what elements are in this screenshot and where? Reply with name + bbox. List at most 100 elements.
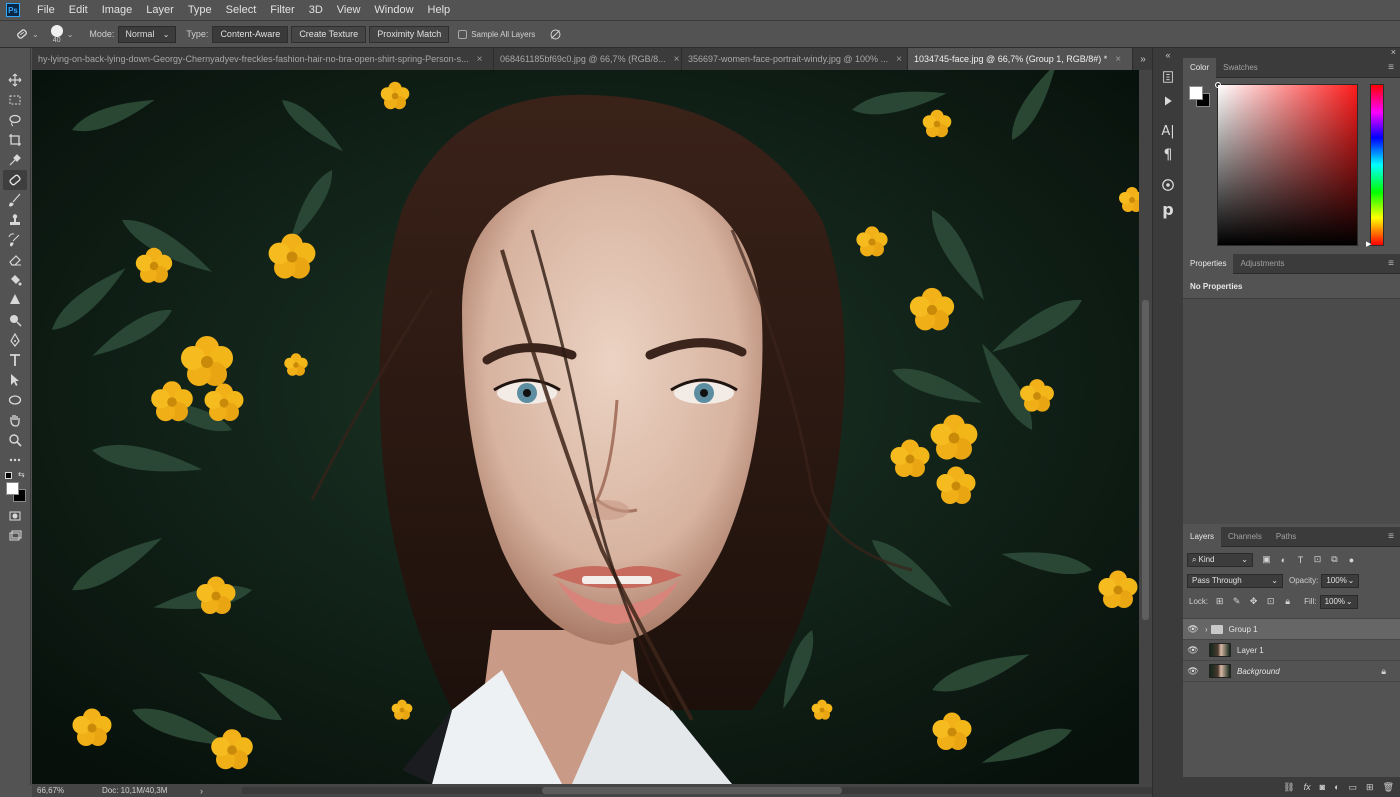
link-layers-icon[interactable]: ⛓︎	[1283, 782, 1294, 793]
close-icon[interactable]: ×	[477, 54, 483, 65]
zoom-level[interactable]: 66,67%	[37, 786, 97, 795]
history-panel-icon[interactable]	[1157, 66, 1179, 88]
vertical-scrollbar[interactable]	[1139, 70, 1152, 784]
new-group-icon[interactable]: ▭	[1349, 782, 1358, 793]
panel-menu-icon[interactable]: ≡	[1388, 258, 1394, 269]
layer-row-group-1[interactable]: 👁︎ › Group 1	[1183, 619, 1400, 640]
status-menu-chevron-icon[interactable]: ›	[200, 786, 203, 796]
pen-tool-icon[interactable]	[3, 330, 27, 350]
menu-type[interactable]: Type	[181, 0, 219, 21]
layer-name[interactable]: Layer 1	[1237, 646, 1264, 655]
close-icon[interactable]: ×	[1115, 54, 1121, 65]
dodge-tool-icon[interactable]	[3, 310, 27, 330]
blur-tool-icon[interactable]	[3, 290, 27, 310]
tab-color[interactable]: Color	[1183, 57, 1217, 78]
menu-edit[interactable]: Edit	[62, 0, 95, 21]
horizontal-scrollbar[interactable]	[242, 787, 1152, 794]
panel-color-swatches[interactable]	[1189, 86, 1215, 112]
layer-row-background[interactable]: 👁︎ Background 🔒︎	[1183, 661, 1400, 682]
add-mask-icon[interactable]: ◙	[1320, 782, 1325, 792]
tab-swatches[interactable]: Swatches	[1216, 58, 1265, 78]
more-tools-icon[interactable]	[3, 450, 27, 470]
screen-mode-icon[interactable]	[3, 526, 27, 546]
move-tool-icon[interactable]	[3, 70, 27, 90]
expand-group-chevron-icon[interactable]: ›	[1205, 625, 1208, 634]
tab-channels[interactable]: Channels	[1221, 527, 1269, 547]
brush-size-picker[interactable]: 40	[50, 24, 63, 44]
collapse-dock-icon[interactable]: ×	[1391, 47, 1396, 57]
doc-tab-2[interactable]: 068461185bf69c0.jpg @ 66,7% (RGB/8... ×	[494, 48, 682, 70]
collapse-panels-icon[interactable]: «	[1165, 50, 1170, 60]
menu-image[interactable]: Image	[95, 0, 140, 21]
menu-window[interactable]: Window	[367, 0, 420, 21]
paragraph-panel-icon[interactable]: ¶	[1157, 144, 1179, 166]
visibility-eye-icon[interactable]: 👁︎	[1183, 645, 1203, 656]
layer-kind-select[interactable]: ⌕ Kind ⌄	[1187, 552, 1253, 567]
vertical-scroll-thumb[interactable]	[1142, 300, 1149, 620]
close-icon[interactable]: ×	[896, 54, 902, 65]
menu-file[interactable]: File	[30, 0, 62, 21]
color-picker-marker[interactable]	[1215, 82, 1221, 88]
smart-object-filter-icon[interactable]: ⧉	[1329, 554, 1340, 565]
type-tool-icon[interactable]	[3, 350, 27, 370]
doc-tab-3[interactable]: 356697-women-face-portrait-windy.jpg @ 1…	[682, 48, 908, 70]
healing-brush-tool-icon[interactable]	[3, 170, 27, 190]
color-swatches[interactable]: ⇆	[3, 470, 27, 502]
horizontal-scroll-thumb[interactable]	[542, 787, 842, 794]
new-adjustment-layer-icon[interactable]: ◐	[1334, 782, 1339, 792]
visibility-eye-icon[interactable]: 👁︎	[1183, 624, 1203, 635]
menu-view[interactable]: View	[330, 0, 368, 21]
tab-layers[interactable]: Layers	[1183, 526, 1222, 547]
menu-3d[interactable]: 3D	[302, 0, 330, 21]
paint-bucket-tool-icon[interactable]	[3, 270, 27, 290]
fill-input[interactable]: 100% ⌄	[1319, 594, 1358, 609]
menu-help[interactable]: Help	[421, 0, 458, 21]
lock-transparent-pixels-icon[interactable]: ⊞	[1214, 596, 1225, 607]
close-icon[interactable]: ×	[674, 54, 680, 65]
lock-icon[interactable]: 🔒︎	[1381, 666, 1386, 677]
healing-brush-tool-preset-icon[interactable]	[14, 26, 30, 42]
menu-filter[interactable]: Filter	[263, 0, 301, 21]
visibility-eye-icon[interactable]: 👁︎	[1183, 666, 1203, 677]
swap-colors-icon[interactable]: ⇆	[18, 470, 25, 479]
delete-layer-icon[interactable]: 🗑︎	[1383, 782, 1394, 793]
hue-slider-marker-icon[interactable]: ▶	[1366, 240, 1371, 248]
brush-settings-icon[interactable]	[1157, 174, 1179, 196]
lock-all-icon[interactable]: 🔒︎	[1282, 596, 1293, 607]
tab-paths[interactable]: Paths	[1269, 527, 1303, 547]
hand-tool-icon[interactable]	[3, 410, 27, 430]
clone-stamp-tool-icon[interactable]	[3, 210, 27, 230]
plugin-panel-icon[interactable]: p	[1157, 198, 1179, 220]
lasso-tool-icon[interactable]	[3, 110, 27, 130]
pixel-filter-icon[interactable]: ▣	[1261, 554, 1272, 565]
layer-style-fx-icon[interactable]: fx	[1304, 782, 1311, 792]
panel-menu-icon[interactable]: ≡	[1388, 531, 1394, 542]
tab-properties[interactable]: Properties	[1183, 253, 1234, 274]
ellipse-tool-icon[interactable]	[3, 390, 27, 410]
lock-position-icon[interactable]: ✥	[1248, 596, 1259, 607]
opacity-input[interactable]: 100% ⌄	[1321, 573, 1360, 588]
content-aware-button[interactable]: Content-Aware	[212, 25, 289, 43]
panel-menu-icon[interactable]: ≡	[1388, 62, 1394, 73]
blend-mode-select[interactable]: Pass Through ⌄	[1187, 573, 1283, 588]
layer-row-layer-1[interactable]: 👁︎ Layer 1	[1183, 640, 1400, 661]
filter-toggle-icon[interactable]: ●	[1346, 554, 1357, 565]
character-panel-icon[interactable]: A|	[1157, 120, 1179, 142]
brush-picker-chevron-icon[interactable]: ⌄	[67, 30, 74, 39]
menu-layer[interactable]: Layer	[139, 0, 181, 21]
zoom-tool-icon[interactable]	[3, 430, 27, 450]
type-filter-icon[interactable]: T	[1295, 554, 1306, 565]
actions-play-icon[interactable]	[1157, 90, 1179, 112]
default-colors-icon[interactable]	[5, 472, 12, 479]
adjustment-filter-icon[interactable]: ◐	[1278, 554, 1289, 565]
new-layer-icon[interactable]: ⊞	[1366, 782, 1374, 793]
create-texture-button[interactable]: Create Texture	[291, 25, 367, 43]
mode-select[interactable]: Normal ⌄	[118, 25, 177, 43]
eraser-tool-icon[interactable]	[3, 250, 27, 270]
shape-filter-icon[interactable]: ⊡	[1312, 554, 1323, 565]
doc-tab-1[interactable]: hy-lying-on-back-lying-down-Georgy-Chern…	[32, 48, 494, 70]
hue-slider[interactable]: ▶	[1366, 84, 1384, 248]
tab-adjustments[interactable]: Adjustments	[1233, 254, 1291, 274]
sample-all-layers-checkbox[interactable]	[458, 29, 468, 39]
marquee-tool-icon[interactable]	[3, 90, 27, 110]
